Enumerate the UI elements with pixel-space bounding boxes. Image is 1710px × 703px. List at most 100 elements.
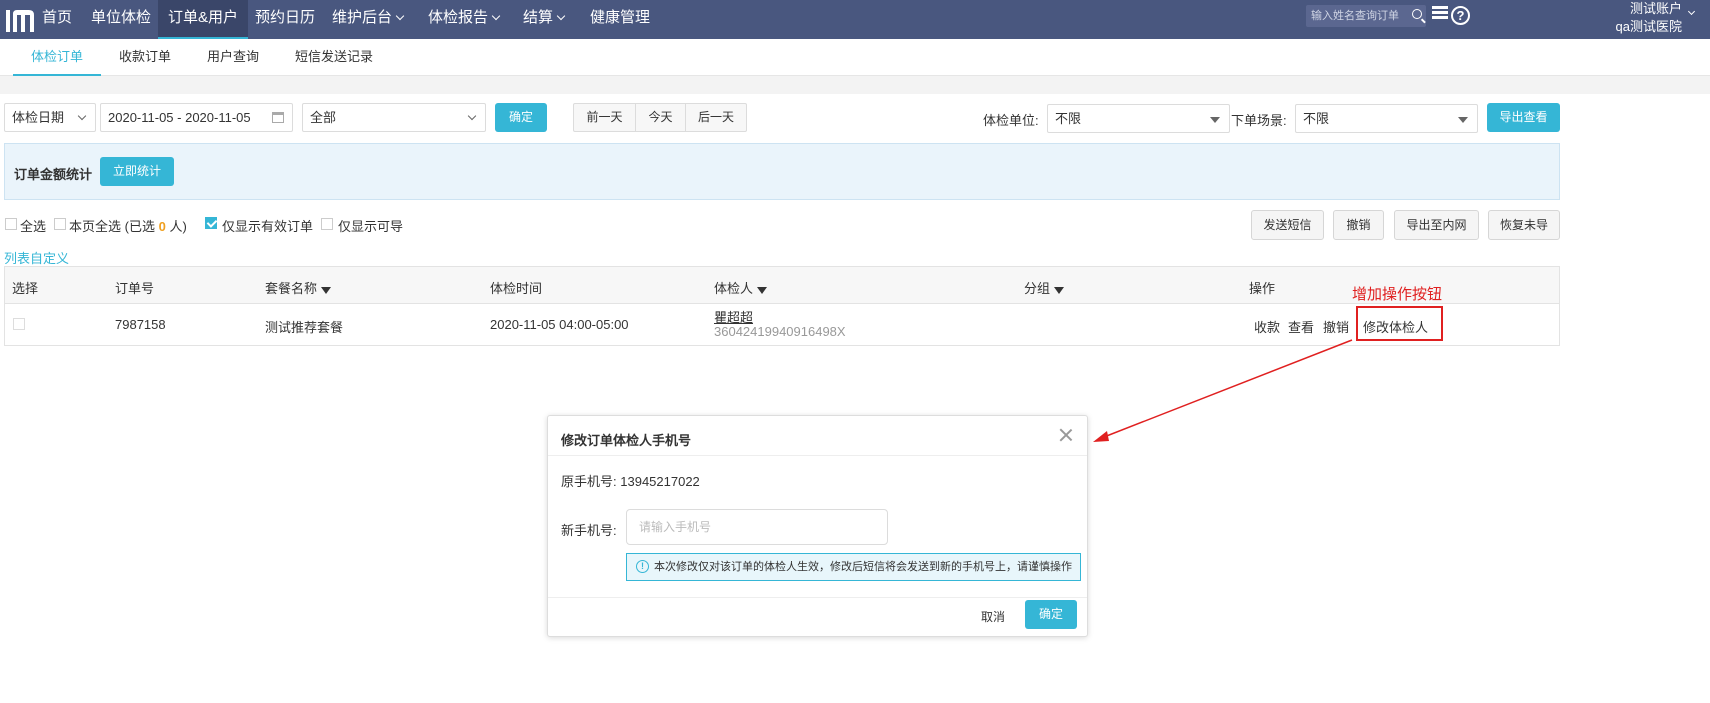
row-checkbox[interactable]: [13, 318, 25, 330]
orig-phone-value: 13945217022: [620, 474, 700, 489]
nav-item-calendar[interactable]: 预约日历: [255, 0, 315, 39]
date-range-input[interactable]: 2020-11-05 - 2020-11-05: [100, 103, 293, 132]
select-all-checkbox[interactable]: [5, 218, 17, 230]
modal-cancel-button[interactable]: 取消: [981, 608, 1005, 625]
tab-payment-orders[interactable]: 收款订单: [101, 39, 189, 76]
col-select: 选择: [12, 281, 39, 296]
filter-icon[interactable]: [757, 287, 768, 294]
modal-header: 修改订单体检人手机号: [548, 416, 1087, 456]
caret-down-icon: [1458, 117, 1468, 123]
column-customize-link[interactable]: 列表自定义: [4, 248, 69, 267]
close-icon[interactable]: [1059, 428, 1073, 442]
col-group[interactable]: 分组: [1024, 278, 1065, 297]
col-package-label: 套餐名称: [265, 281, 318, 296]
restore-unexported-button[interactable]: 恢复未导: [1488, 210, 1560, 240]
revoke-button[interactable]: 撤销: [1333, 210, 1384, 240]
nav-item-label: 首页: [42, 9, 73, 26]
page-select-all-checkbox[interactable]: [54, 218, 66, 230]
orders-table: 选择 订单号 套餐名称 体检时间 体检人 分组 操作 7987158 测试推荐套…: [4, 266, 1560, 346]
date-type-value: 体检日期: [12, 110, 65, 125]
filter-icon[interactable]: [1054, 287, 1065, 294]
tab-user-query[interactable]: 用户查询: [189, 39, 277, 76]
filter-confirm-button[interactable]: 确定: [495, 103, 547, 132]
nav-item-label: 结算: [523, 9, 554, 26]
col-order-no: 订单号: [115, 281, 155, 296]
send-sms-button[interactable]: 发送短信: [1251, 210, 1324, 240]
nav-item-label: 单位体检: [91, 9, 152, 26]
notice-text: 本次修改仅对该订单的体检人生效，修改后短信将会发送到新的手机号上，请谨慎操作: [654, 561, 1072, 573]
export-intranet-button[interactable]: 导出至内网: [1394, 210, 1479, 240]
col-package[interactable]: 套餐名称: [265, 278, 332, 297]
order-search-input[interactable]: [1306, 5, 1406, 27]
selected-suffix: 人): [169, 219, 187, 234]
chevron-down-icon: [467, 111, 477, 121]
collect-payment-link[interactable]: 收款: [1254, 317, 1280, 336]
selected-count: 0: [158, 219, 166, 234]
nav-item-settlement[interactable]: 结算: [523, 0, 566, 39]
modal-confirm-button[interactable]: 确定: [1025, 600, 1077, 629]
exam-time: 2020-11-05 04:00-05:00: [490, 317, 629, 332]
info-icon: !: [636, 560, 649, 573]
help-icon[interactable]: ?: [1451, 6, 1470, 25]
order-search: [1306, 5, 1426, 27]
select-all-label: 全选: [20, 219, 47, 234]
list-icon[interactable]: [1432, 6, 1448, 20]
status-select[interactable]: 全部: [302, 103, 486, 132]
next-day-button[interactable]: 后一天: [686, 104, 746, 131]
top-nav-bar: 首页 单位体检 订单&用户 预约日历 维护后台 体检报告 结算 健康管理 ? 测…: [0, 0, 1710, 39]
col-person-label: 体检人: [714, 281, 754, 296]
col-actions: 操作: [1249, 281, 1276, 296]
date-type-select[interactable]: 体检日期: [4, 103, 96, 132]
nav-item-maintenance[interactable]: 维护后台: [332, 0, 405, 39]
chevron-down-icon: [491, 11, 501, 21]
logo-icon[interactable]: [4, 4, 36, 34]
nav-item-label: 维护后台: [332, 9, 393, 26]
nav-item-reports[interactable]: 体检报告: [428, 0, 501, 39]
only-valid-label: 仅显示有效订单: [222, 219, 314, 234]
modal-title: 修改订单体检人手机号: [561, 433, 692, 448]
prev-day-button[interactable]: 前一天: [574, 104, 636, 131]
orig-phone-label: 原手机号:: [561, 474, 617, 489]
export-view-button[interactable]: 导出查看: [1487, 103, 1560, 132]
chevron-down-icon: [1687, 7, 1696, 16]
edit-phone-modal: 修改订单体检人手机号 原手机号: 13945217022 新手机号: ! 本次修…: [547, 415, 1088, 637]
nav-item-home[interactable]: 首页: [42, 0, 72, 39]
new-phone-input[interactable]: [626, 509, 888, 545]
search-icon[interactable]: [1412, 9, 1422, 19]
nav-item-orders-users[interactable]: 订单&用户: [158, 0, 249, 39]
nav-item-label: 健康管理: [590, 9, 651, 26]
only-valid-checkbox[interactable]: [205, 217, 217, 229]
only-refundable-label: 仅显示可导: [338, 219, 404, 234]
tab-exam-orders[interactable]: 体检订单: [13, 39, 101, 76]
day-button-group: 前一天 今天 后一天: [573, 103, 747, 132]
status-value: 全部: [310, 110, 337, 125]
chevron-down-icon: [77, 111, 87, 121]
unit-label: 体检单位:: [983, 113, 1039, 128]
col-person[interactable]: 体检人: [714, 278, 768, 297]
nav-item-health[interactable]: 健康管理: [590, 0, 650, 39]
selected-prefix: (已选: [124, 219, 155, 234]
notice-alert: ! 本次修改仅对该订单的体检人生效，修改后短信将会发送到新的手机号上，请谨慎操作: [626, 553, 1081, 581]
account-menu[interactable]: 测试账户 qa测试医院: [1616, 0, 1696, 36]
view-link[interactable]: 查看: [1288, 317, 1314, 336]
only-refundable-checkbox[interactable]: [321, 218, 333, 230]
nav-item-label: 体检报告: [428, 9, 489, 26]
scene-select[interactable]: 不限: [1295, 104, 1478, 133]
chevron-down-icon: [395, 11, 405, 21]
unit-select[interactable]: 不限: [1047, 104, 1230, 133]
person-id: 36042419940916498X: [714, 324, 846, 339]
nav-item-label: 订单&用户: [168, 9, 239, 26]
nav-item-unit-exam[interactable]: 单位体检: [91, 0, 151, 39]
filter-icon[interactable]: [321, 287, 332, 294]
tab-sms-records[interactable]: 短信发送记录: [280, 39, 388, 76]
orig-phone: 原手机号: 13945217022: [561, 471, 700, 490]
today-button[interactable]: 今天: [636, 104, 686, 131]
unit-value: 不限: [1055, 111, 1082, 126]
revoke-link[interactable]: 撤销: [1323, 317, 1349, 336]
chevron-down-icon: [556, 11, 566, 21]
amount-stats-panel: 订单金额统计 立即统计: [4, 143, 1560, 200]
page-select-all-label: 本页全选: [69, 219, 122, 234]
scene-label: 下单场景:: [1231, 113, 1287, 128]
stats-now-button[interactable]: 立即统计: [100, 157, 174, 186]
amount-stats-label: 订单金额统计: [14, 167, 93, 182]
